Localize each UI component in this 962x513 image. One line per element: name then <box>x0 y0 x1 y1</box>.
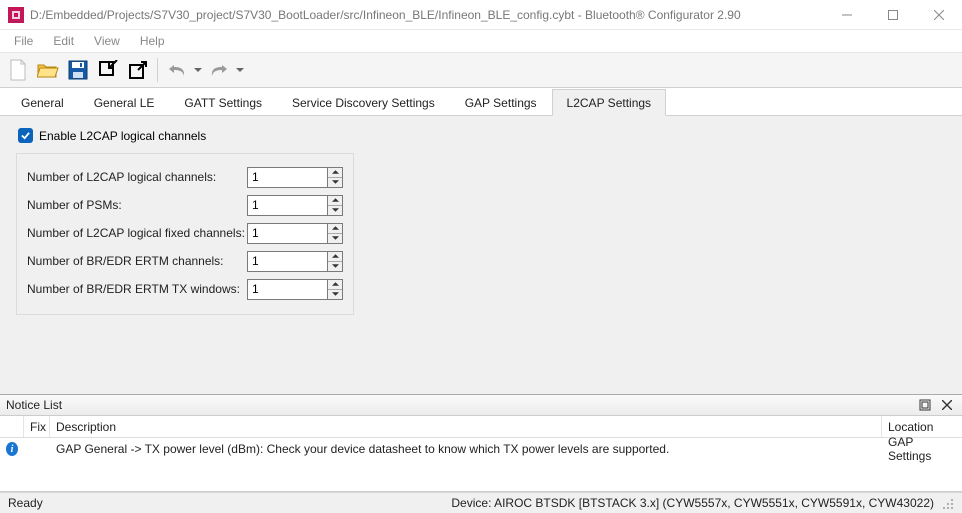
status-bar: Ready Device: AIROC BTSDK [BTSTACK 3.x] … <box>0 492 962 513</box>
menu-view[interactable]: View <box>84 32 130 50</box>
notice-location: GAP Settings <box>882 433 962 465</box>
resize-grip-icon[interactable] <box>940 496 954 510</box>
status-device: Device: AIROC BTSDK [BTSTACK 3.x] (CYW55… <box>451 496 934 510</box>
spinner-fixed-channels <box>247 223 343 244</box>
maximize-button[interactable] <box>870 0 916 29</box>
notice-severity-icon: i <box>0 440 24 458</box>
close-panel-button[interactable] <box>938 397 956 413</box>
input-logical-channels[interactable] <box>247 167 327 188</box>
notice-empty-area <box>0 460 962 492</box>
open-file-button[interactable] <box>34 56 62 84</box>
label-ertm-channels: Number of BR/EDR ERTM channels: <box>27 254 247 268</box>
spinner-up-icon[interactable] <box>328 252 342 262</box>
spinner-up-icon[interactable] <box>328 224 342 234</box>
enable-l2cap-row: Enable L2CAP logical channels <box>18 128 946 143</box>
undo-button[interactable] <box>163 56 191 84</box>
spinner-ertm-channels <box>247 251 343 272</box>
spinner-down-icon[interactable] <box>328 234 342 243</box>
row-psms: Number of PSMs: <box>27 192 343 218</box>
spinner-up-icon[interactable] <box>328 196 342 206</box>
spinner-down-icon[interactable] <box>328 178 342 187</box>
label-fixed-channels: Number of L2CAP logical fixed channels: <box>27 226 247 240</box>
row-fixed-channels: Number of L2CAP logical fixed channels: <box>27 220 343 246</box>
new-file-button[interactable] <box>4 56 32 84</box>
label-psms: Number of PSMs: <box>27 198 247 212</box>
spinner-down-icon[interactable] <box>328 262 342 271</box>
input-psms[interactable] <box>247 195 327 216</box>
redo-button[interactable] <box>205 56 233 84</box>
col-header-icon[interactable] <box>0 416 24 437</box>
import-button[interactable] <box>94 56 122 84</box>
input-ertm-tx-windows[interactable] <box>247 279 327 300</box>
label-ertm-tx-windows: Number of BR/EDR ERTM TX windows: <box>27 282 247 296</box>
enable-l2cap-checkbox[interactable] <box>18 128 33 143</box>
spinner-up-icon[interactable] <box>328 280 342 290</box>
spinner-psms <box>247 195 343 216</box>
minimize-button[interactable] <box>824 0 870 29</box>
input-ertm-channels[interactable] <box>247 251 327 272</box>
notice-columns: Fix Description Location <box>0 416 962 438</box>
info-icon: i <box>6 442 18 456</box>
window-title: D:/Embedded/Projects/S7V30_project/S7V30… <box>30 8 824 22</box>
status-ready: Ready <box>8 496 43 510</box>
row-ertm-tx-windows: Number of BR/EDR ERTM TX windows: <box>27 276 343 302</box>
app-icon <box>8 7 24 23</box>
spinner-up-icon[interactable] <box>328 168 342 178</box>
input-fixed-channels[interactable] <box>247 223 327 244</box>
l2cap-settings-panel: Enable L2CAP logical channels Number of … <box>0 116 962 394</box>
tab-general-le[interactable]: General LE <box>79 89 170 116</box>
spinner-down-icon[interactable] <box>328 206 342 215</box>
notice-list-title: Notice List <box>6 398 62 412</box>
dock-float-button[interactable] <box>916 397 934 413</box>
label-logical-channels: Number of L2CAP logical channels: <box>27 170 247 184</box>
menu-file[interactable]: File <box>4 32 43 50</box>
notice-list-header: Notice List <box>0 394 962 416</box>
tab-strip: General General LE GATT Settings Service… <box>0 88 962 116</box>
notice-fix-cell <box>24 447 50 451</box>
notice-row[interactable]: i GAP General -> TX power level (dBm): C… <box>0 438 962 460</box>
window-controls <box>824 0 962 29</box>
notice-description: GAP General -> TX power level (dBm): Che… <box>50 440 882 458</box>
row-logical-channels: Number of L2CAP logical channels: <box>27 164 343 190</box>
toolbar <box>0 52 962 88</box>
export-button[interactable] <box>124 56 152 84</box>
spinner-logical-channels <box>247 167 343 188</box>
spinner-ertm-tx-windows <box>247 279 343 300</box>
tab-service-discovery-settings[interactable]: Service Discovery Settings <box>277 89 450 116</box>
spinner-down-icon[interactable] <box>328 290 342 299</box>
col-header-description[interactable]: Description <box>50 416 882 437</box>
menu-edit[interactable]: Edit <box>43 32 84 50</box>
tab-gap-settings[interactable]: GAP Settings <box>450 89 552 116</box>
enable-l2cap-label: Enable L2CAP logical channels <box>39 129 206 143</box>
tab-general[interactable]: General <box>6 89 79 116</box>
title-bar: D:/Embedded/Projects/S7V30_project/S7V30… <box>0 0 962 30</box>
tab-gatt-settings[interactable]: GATT Settings <box>169 89 277 116</box>
save-button[interactable] <box>64 56 92 84</box>
menu-bar: File Edit View Help <box>0 30 962 52</box>
l2cap-form-group: Number of L2CAP logical channels: Number… <box>16 153 354 315</box>
menu-help[interactable]: Help <box>130 32 175 50</box>
toolbar-separator <box>157 58 158 82</box>
col-header-fix[interactable]: Fix <box>24 416 50 437</box>
undo-dropdown[interactable] <box>193 66 203 74</box>
tab-l2cap-settings[interactable]: L2CAP Settings <box>552 89 667 116</box>
row-ertm-channels: Number of BR/EDR ERTM channels: <box>27 248 343 274</box>
close-button[interactable] <box>916 0 962 29</box>
redo-dropdown[interactable] <box>235 66 245 74</box>
